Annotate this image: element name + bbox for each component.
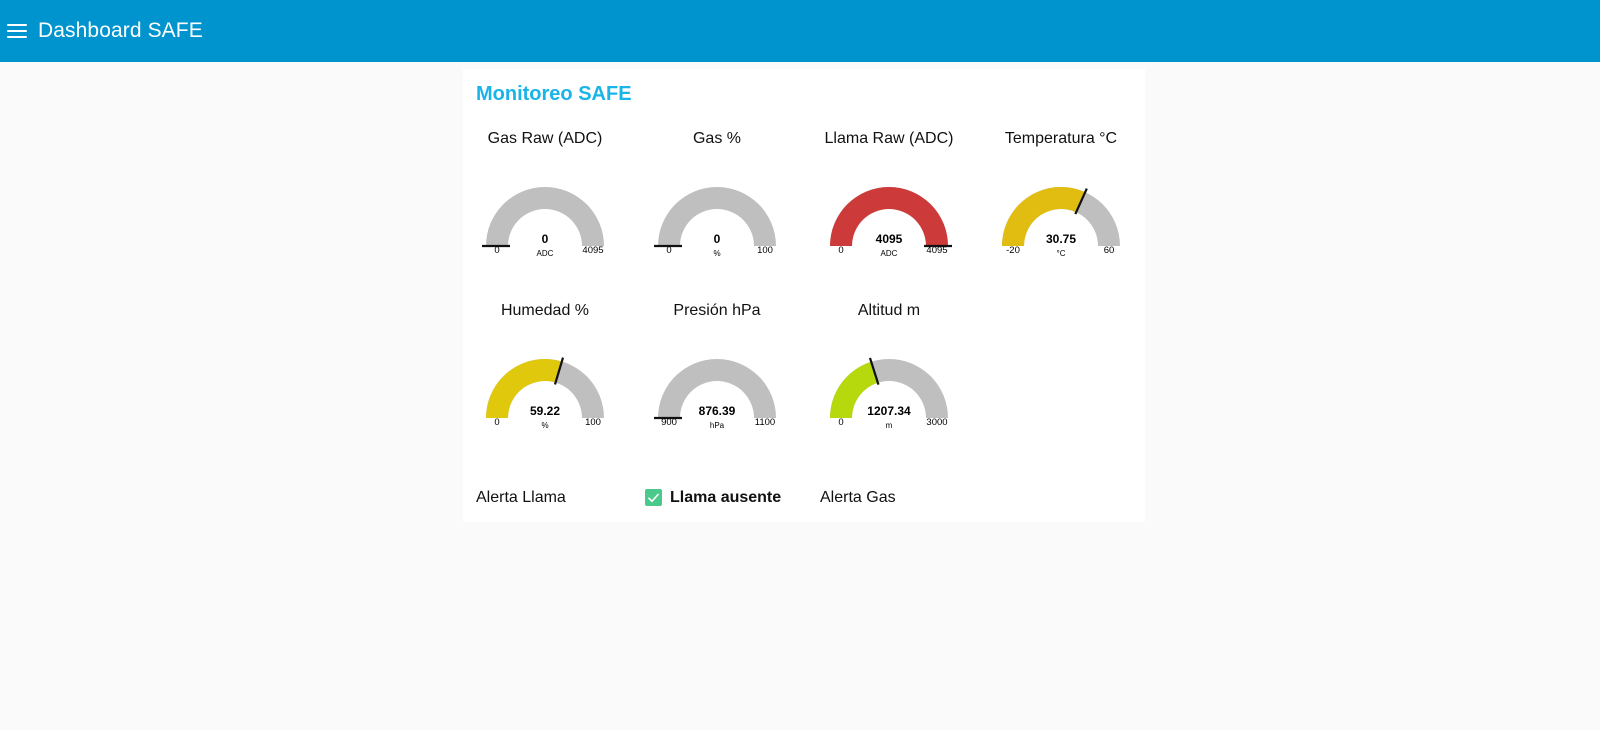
gauge-units: hPa	[710, 421, 725, 430]
gas-alert-label: Alerta Gas	[820, 489, 896, 506]
gauge-min: -20	[1006, 245, 1020, 256]
gauge-svg: 0%0 100	[654, 187, 776, 258]
gauge-gas-percent: Gas % 0% 0 100	[631, 68, 803, 268]
gauge-units: °C	[1057, 249, 1066, 258]
gauge-max: 100	[585, 417, 601, 428]
gauge-humidity: Humedad % 59.22% 0 100	[459, 240, 631, 440]
gauge-svg: 30.75 °C -20 60	[1002, 187, 1120, 258]
gauge-max: 3000	[926, 417, 947, 428]
gauge-svg: 59.22% 0 100	[486, 357, 604, 430]
gauge-min: 0	[494, 417, 499, 428]
gauge-pressure: Presión hPa 876.39 hPa 900 1100	[631, 240, 803, 440]
gauge-value: 59.22	[530, 404, 560, 418]
top-bar: Dashboard SAFE	[0, 0, 1600, 62]
gauge-value: 1207.34	[867, 404, 911, 418]
gauge-max: 60	[1104, 245, 1115, 256]
gauge-svg: 1207.34 m 0 3000	[830, 357, 948, 430]
flame-status-text: Llama ausente	[670, 489, 782, 506]
check-icon	[645, 489, 662, 506]
flame-alert-label: Alerta Llama	[476, 489, 566, 506]
gauge-flame-raw: Llama Raw (ADC) 4095 ADC 0 4095	[803, 68, 975, 268]
gauge-altitude: Altitud m 1207.34 m 0 3000	[803, 240, 975, 440]
gauge-units: m	[886, 421, 893, 430]
gauge-gas-raw: Gas Raw (ADC) 0 ADC 0 4095	[459, 68, 631, 268]
hamburger-menu-icon	[7, 23, 27, 39]
gauge-units: %	[541, 421, 548, 430]
gauge-value: 30.75	[1046, 232, 1076, 246]
gauge-value: 876.39	[699, 404, 736, 418]
app-title: Dashboard SAFE	[38, 19, 203, 42]
gauge-temperature: Temperatura °C 30.75 °C -20 60	[975, 68, 1147, 268]
gauge-svg: 4095ADC0 4095	[830, 187, 952, 258]
gauge-svg: 876.39 hPa 900 1100	[654, 359, 776, 430]
menu-button[interactable]	[0, 0, 34, 62]
gauge-svg: 0ADC0 4095	[482, 187, 604, 258]
gauge-min: 0	[838, 417, 843, 428]
gauge-min: 900	[661, 417, 677, 428]
gauge-max: 1100	[755, 417, 775, 428]
